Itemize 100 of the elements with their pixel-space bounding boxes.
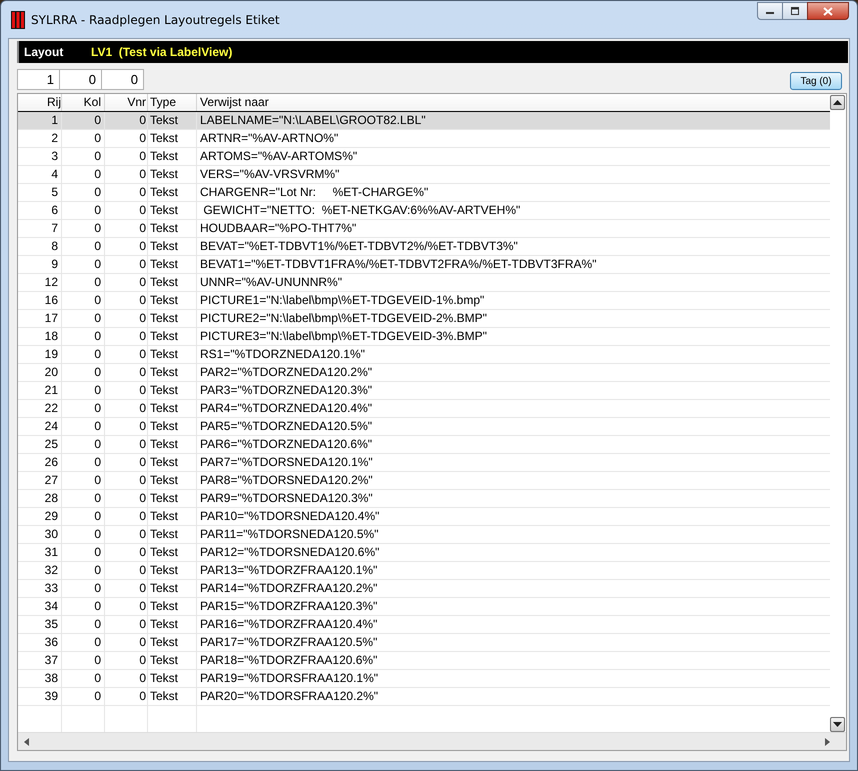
table-row[interactable]: 19 0 0 Tekst RS1="%TDORZNEDA120.1%" (18, 346, 830, 364)
table-row[interactable]: 30 0 0 Tekst PAR11="%TDORSNEDA120.5%" (18, 526, 830, 544)
table-row[interactable]: 5 0 0 Tekst CHARGENR="Lot Nr: %ET-CHARGE%" (18, 184, 830, 202)
table-cell: Tekst (148, 616, 197, 633)
table-row[interactable]: 35 0 0 Tekst PAR16="%TDORZFRAA120.4%" (18, 616, 830, 634)
table-cell-text: PAR9="%TDORSNEDA120.3%" (199, 490, 374, 507)
table-cell: 0 (62, 544, 105, 561)
table-cell: 0 (105, 490, 148, 507)
column-header[interactable]: Verwijst naar (197, 94, 830, 111)
table-cell: 0 (105, 418, 148, 435)
table-cell: 0 (62, 328, 105, 345)
table-row[interactable]: 29 0 0 Tekst PAR10="%TDORSNEDA120.4%" (18, 508, 830, 526)
scroll-left-icon[interactable] (24, 738, 29, 746)
table-cell: 0 (105, 292, 148, 309)
table-row[interactable]: 24 0 0 Tekst PAR5="%TDORZNEDA120.5%" (18, 418, 830, 436)
table-row[interactable]: 3 0 0 Tekst ARTOMS="%AV-ARTOMS%" (18, 148, 830, 166)
table-cell: 0 (62, 436, 105, 453)
table-cell-text: PAR2="%TDORZNEDA120.2%" (199, 364, 374, 381)
table-cell: 0 (62, 454, 105, 471)
table-row[interactable]: 39 0 0 Tekst PAR20="%TDORSFRAA120.2%" (18, 688, 830, 706)
table-row[interactable]: 21 0 0 Tekst PAR3="%TDORZNEDA120.3%" (18, 382, 830, 400)
table-cell-text: PAR11="%TDORSNEDA120.5%" (199, 526, 380, 543)
table-row[interactable]: 26 0 0 Tekst PAR7="%TDORSNEDA120.1%" (18, 454, 830, 472)
vertical-scrollbar[interactable] (830, 94, 846, 732)
table-row[interactable]: 4 0 0 Tekst VERS="%AV-VRSVRM%" (18, 166, 830, 184)
input-field[interactable]: 1 (17, 69, 60, 90)
table-cell: 12 (18, 274, 62, 291)
table-row[interactable]: 34 0 0 Tekst PAR15="%TDORZFRAA120.3%" (18, 598, 830, 616)
layout-value: LV1 (Test via LabelView) (91, 45, 232, 59)
table-cell: 0 (105, 274, 148, 291)
column-header[interactable]: Vnr (105, 94, 148, 111)
table-row[interactable]: 20 0 0 Tekst PAR2="%TDORZNEDA120.2%" (18, 364, 830, 382)
table-row[interactable]: 32 0 0 Tekst PAR13="%TDORZFRAA120.1%" (18, 562, 830, 580)
table-cell: 0 (62, 166, 105, 183)
scroll-up-button[interactable] (830, 95, 845, 110)
table-cell: 0 (105, 526, 148, 543)
table-cell-text: CHARGENR="Lot Nr: %ET-CHARGE%" (199, 184, 430, 201)
scroll-down-button[interactable] (830, 717, 845, 732)
table-cell: 27 (18, 472, 62, 489)
table-row[interactable]: 18 0 0 Tekst PICTURE3="N:\label\bmp\%ET-TDGEVEID-3%.BMP" (18, 328, 830, 346)
table-cell: 0 (105, 166, 148, 183)
table-cell: 0 (62, 274, 105, 291)
maximize-button[interactable] (782, 2, 808, 20)
table-row[interactable]: 31 0 0 Tekst PAR12="%TDORSNEDA120.6%" (18, 544, 830, 562)
table-cell: Tekst (148, 274, 197, 291)
table-cell: 22 (18, 400, 62, 417)
close-button[interactable] (807, 2, 849, 20)
table-row[interactable]: 9 0 0 Tekst BEVAT1="%ET-TDBVT1FRA%/%ET-TDBVT2FRA%/%ET-TDBVT3FRA%" (18, 256, 830, 274)
table-row[interactable]: 28 0 0 Tekst PAR9="%TDORSNEDA120.3%" (18, 490, 830, 508)
scroll-right-icon[interactable] (825, 738, 830, 746)
table-cell: 0 (62, 580, 105, 597)
table-row[interactable]: 12 0 0 Tekst UNNR="%AV-UNUNNR%" (18, 274, 830, 292)
table-cell: 0 (105, 364, 148, 381)
horizontal-scrollbar[interactable] (18, 732, 846, 750)
table-cell: Tekst (148, 688, 197, 705)
table-row[interactable]: 27 0 0 Tekst PAR8="%TDORSNEDA120.2%" (18, 472, 830, 490)
table-cell: 21 (18, 382, 62, 399)
table-cell: 0 (105, 562, 148, 579)
table-row[interactable]: 8 0 0 Tekst BEVAT="%ET-TDBVT1%/%ET-TDBVT2%/%ET-TDBVT3%" (18, 238, 830, 256)
column-header[interactable]: Kol (62, 94, 105, 111)
table-cell: 0 (62, 490, 105, 507)
table-row[interactable]: 22 0 0 Tekst PAR4="%TDORZNEDA120.4%" (18, 400, 830, 418)
table-cell-text: PAR6="%TDORZNEDA120.6%" (199, 436, 374, 453)
minimize-button[interactable] (757, 2, 783, 20)
table-cell: 35 (18, 616, 62, 633)
table-cell: 0 (105, 580, 148, 597)
table-row[interactable]: 33 0 0 Tekst PAR14="%TDORZFRAA120.2%" (18, 580, 830, 598)
table-row[interactable]: 37 0 0 Tekst PAR18="%TDORZFRAA120.6%" (18, 652, 830, 670)
table-cell: 0 (62, 364, 105, 381)
table-row[interactable]: 38 0 0 Tekst PAR19="%TDORSFRAA120.1%" (18, 670, 830, 688)
table-row[interactable]: 1 0 0 Tekst LABELNAME="N:\LABEL\GROOT82.LBL" (18, 112, 830, 130)
table-cell: 0 (105, 652, 148, 669)
app-icon (11, 10, 25, 28)
table-row[interactable]: 7 0 0 Tekst HOUDBAAR="%PO-THT7%" (18, 220, 830, 238)
table-cell: Tekst (148, 130, 197, 147)
table-cell: 3 (18, 148, 62, 165)
table-cell-text: PAR4="%TDORZNEDA120.4%" (199, 400, 374, 417)
table-cell: Tekst (148, 508, 197, 525)
column-header[interactable]: Rij (18, 94, 62, 111)
table-cell-text: PICTURE1="N:\label\bmp\%ET-TDGEVEID-1%.bmp" (199, 292, 486, 309)
table-cell: Tekst (148, 436, 197, 453)
tag-button[interactable]: Tag (0) (790, 72, 842, 90)
table-row[interactable]: 16 0 0 Tekst PICTURE1="N:\label\bmp\%ET-TDGEVEID-1%.bmp" (18, 292, 830, 310)
table-cell: 0 (62, 634, 105, 651)
table-cell-text: BEVAT="%ET-TDBVT1%/%ET-TDBVT2%/%ET-TDBVT3%" (199, 238, 519, 255)
table-cell: 0 (105, 616, 148, 633)
table-cell: 0 (105, 148, 148, 165)
table-cell: 0 (62, 508, 105, 525)
column-header[interactable]: Type (148, 94, 197, 111)
input-field[interactable]: 0 (101, 69, 144, 90)
table-cell-text: RS1="%TDORZNEDA120.1%" (199, 346, 366, 363)
table-row[interactable]: 36 0 0 Tekst PAR17="%TDORZFRAA120.5%" (18, 634, 830, 652)
table-cell: 0 (62, 670, 105, 687)
input-field[interactable]: 0 (59, 69, 102, 90)
table-row[interactable]: 25 0 0 Tekst PAR6="%TDORZNEDA120.6%" (18, 436, 830, 454)
table-row[interactable]: 6 0 0 Tekst GEWICHT="NETTO: %ET-NETKGAV:6%%AV-ARTVEH%" (18, 202, 830, 220)
table-cell: 0 (62, 688, 105, 705)
table-row[interactable]: 2 0 0 Tekst ARTNR="%AV-ARTNO%" (18, 130, 830, 148)
table-row[interactable]: 17 0 0 Tekst PICTURE2="N:\label\bmp\%ET-TDGEVEID-2%.BMP" (18, 310, 830, 328)
table-cell-text: PAR3="%TDORZNEDA120.3%" (199, 382, 374, 399)
